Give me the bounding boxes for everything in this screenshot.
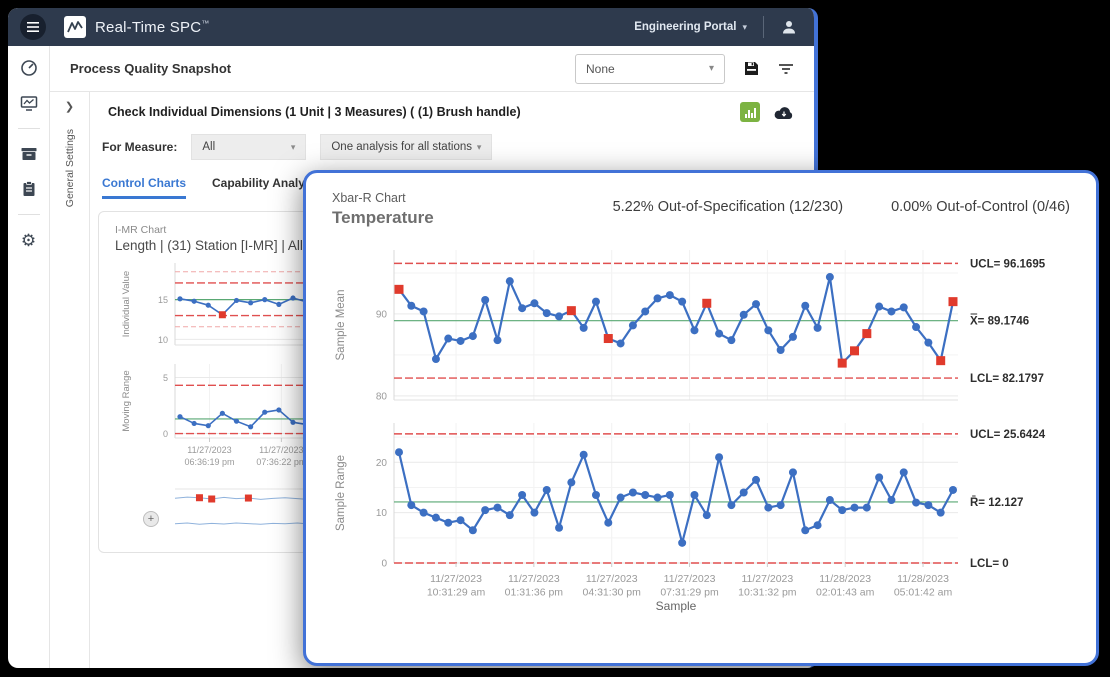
tab-control-charts[interactable]: Control Charts <box>102 176 186 199</box>
svg-text:LCL= 0: LCL= 0 <box>970 558 1009 570</box>
user-account-icon[interactable] <box>780 18 798 36</box>
svg-text:X̿= 89.1746: X̿= 89.1746 <box>970 315 1029 328</box>
app-logo-icon <box>64 16 86 38</box>
sidebar-divider <box>18 214 40 215</box>
hamburger-menu-button[interactable] <box>20 14 46 40</box>
svg-text:UCL= 96.1695: UCL= 96.1695 <box>970 258 1046 270</box>
analysis-mode-value: One analysis for all stations <box>331 141 472 153</box>
svg-text:80: 80 <box>376 391 388 402</box>
modal-title-block: Xbar-R Chart Temperature <box>332 191 434 228</box>
svg-text:20: 20 <box>376 458 388 469</box>
filter-icon[interactable] <box>778 62 794 76</box>
svg-text:11/27/202307:31:29 pm: 11/27/202307:31:29 pm <box>660 573 719 599</box>
svg-text:R̄= 12.127: R̄= 12.127 <box>970 497 1023 509</box>
app-title: Real-Time SPC™ <box>95 19 209 36</box>
svg-text:LCL= 82.1797: LCL= 82.1797 <box>970 373 1044 385</box>
svg-text:11/27/202301:31:36 pm: 11/27/202301:31:36 pm <box>505 573 564 599</box>
preset-select-value: None <box>586 62 615 76</box>
measure-select[interactable]: All ▾ <box>191 134 306 160</box>
sample-range-chart: Sample Range 0 10 20 UCL= 25.6424 R̄= 12.127 L… <box>330 413 1072 621</box>
out-of-spec-stat: 5.22% Out-of-Specification (12/230) <box>613 199 844 228</box>
navigator-zoom-button[interactable]: + <box>143 511 159 527</box>
page-title: Process Quality Snapshot <box>70 61 231 76</box>
clipboard-icon[interactable] <box>19 179 39 199</box>
dashboard-gauge-icon[interactable] <box>19 58 39 78</box>
svg-text:11/27/202307:36:22 pm: 11/27/202307:36:22 pm <box>256 445 306 467</box>
svg-text:90: 90 <box>376 309 388 320</box>
portal-selector[interactable]: Engineering Portal <box>634 21 736 33</box>
svg-text:Individual Value: Individual Value <box>121 271 132 337</box>
icon-sidebar: ⚙ <box>8 46 50 668</box>
xbar-r-chart-window: Xbar-R Chart Temperature 5.22% Out-of-Sp… <box>303 170 1099 666</box>
general-settings-strip: ❯ General Settings <box>50 92 90 668</box>
sidebar-divider <box>18 128 40 129</box>
app-header: Real-Time SPC™ Engineering Portal ▾ <box>8 8 814 46</box>
chart-view-button[interactable] <box>740 102 760 122</box>
chevron-down-icon: ▾ <box>477 142 482 153</box>
chevron-down-icon: ▾ <box>742 22 747 33</box>
settings-gear-icon[interactable]: ⚙ <box>19 230 39 250</box>
svg-text:11/27/202310:31:32 pm: 11/27/202310:31:32 pm <box>738 573 797 599</box>
svg-text:Moving Range: Moving Range <box>121 370 132 431</box>
analysis-mode-select[interactable]: One analysis for all stations ▾ <box>320 134 492 160</box>
general-settings-label: General Settings <box>64 129 76 207</box>
hamburger-icon <box>27 22 39 32</box>
chevron-down-icon: ▾ <box>709 63 714 74</box>
cloud-download-icon[interactable] <box>774 105 794 120</box>
xbar-chart-title: Temperature <box>332 208 434 228</box>
for-measure-label: For Measure: <box>102 140 177 154</box>
svg-text:5: 5 <box>163 373 168 383</box>
svg-text:11/27/202306:36:19 pm: 11/27/202306:36:19 pm <box>184 445 234 467</box>
expand-chevron-icon[interactable]: ❯ <box>65 100 74 113</box>
chevron-down-icon: ▾ <box>291 142 296 153</box>
svg-text:Sample Mean: Sample Mean <box>335 290 347 361</box>
sample-mean-chart: Sample Mean 80 90 UCL= 96.1695 X̿= 89.1746 LC… <box>330 238 1072 408</box>
svg-text:Sample Range: Sample Range <box>335 455 347 531</box>
svg-text:0: 0 <box>381 559 387 570</box>
svg-text:10: 10 <box>158 335 168 345</box>
out-of-control-stat: 0.00% Out-of-Control (0/46) <box>891 199 1070 228</box>
save-icon[interactable] <box>743 60 760 77</box>
monitor-chart-icon[interactable] <box>19 93 39 113</box>
svg-text:10: 10 <box>376 508 388 519</box>
svg-text:Sample: Sample <box>656 599 697 613</box>
svg-text:11/27/202304:31:30 pm: 11/27/202304:31:30 pm <box>583 573 642 599</box>
svg-text:11/28/202305:01:42 am: 11/28/202305:01:42 am <box>894 573 953 599</box>
measure-select-value: All <box>202 141 215 153</box>
svg-text:11/28/202302:01:43 am: 11/28/202302:01:43 am <box>816 573 875 599</box>
page-toolbar: Process Quality Snapshot None ▾ <box>50 46 814 92</box>
archive-box-icon[interactable] <box>19 144 39 164</box>
header-divider <box>763 16 764 38</box>
preset-select[interactable]: None ▾ <box>575 54 725 84</box>
svg-text:15: 15 <box>158 295 168 305</box>
svg-text:UCL= 25.6424: UCL= 25.6424 <box>970 429 1046 441</box>
xbar-chart-type-label: Xbar-R Chart <box>332 191 434 205</box>
trademark: ™ <box>201 19 209 28</box>
svg-text:0: 0 <box>163 429 168 439</box>
analysis-panel-title: Check Individual Dimensions (1 Unit | 3 … <box>108 105 521 119</box>
svg-text:11/27/202310:31:29 am: 11/27/202310:31:29 am <box>427 573 486 599</box>
